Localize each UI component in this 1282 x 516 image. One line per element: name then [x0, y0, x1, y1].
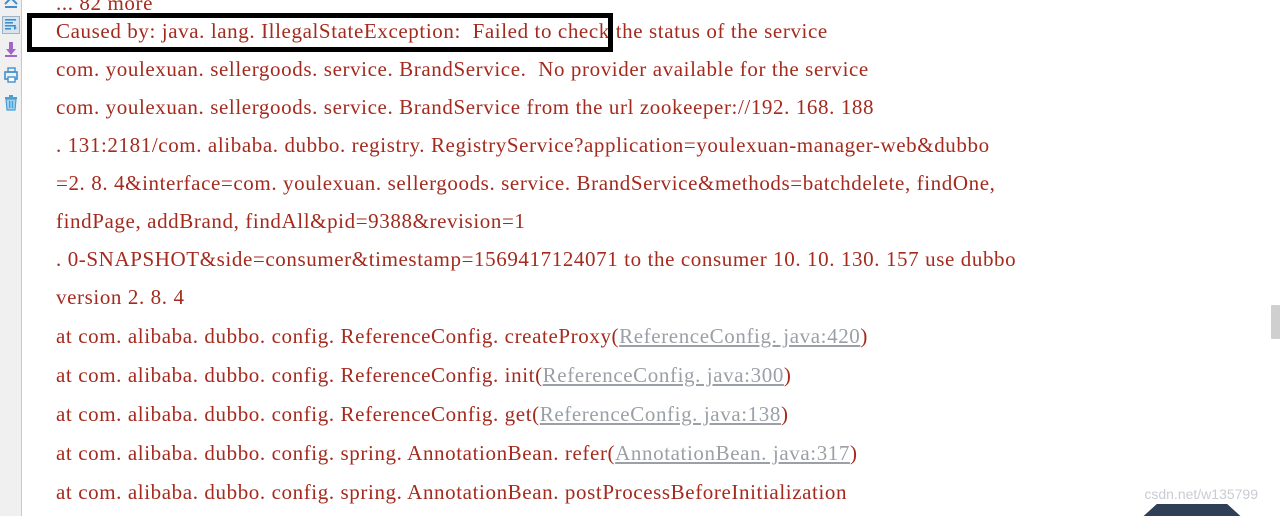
console-line-partial: ... 82 more: [56, 0, 153, 15]
stack-frame-text: at com. alibaba. dubbo. config. Referenc…: [56, 363, 543, 387]
clear-all-icon[interactable]: [2, 94, 20, 112]
watermark-text: csdn.net/w135799: [1144, 486, 1258, 502]
scrollbar-thumb[interactable]: [1271, 305, 1280, 339]
stack-frame-text: ): [780, 402, 789, 426]
stack-frame-text: at com. alibaba. dubbo. config. spring. …: [56, 441, 616, 465]
source-link[interactable]: ReferenceConfig. java:138: [540, 402, 781, 426]
source-link[interactable]: AnnotationBean. java:317: [615, 441, 850, 465]
console-line: at com. alibaba. dubbo. config. Referenc…: [56, 364, 792, 386]
source-link[interactable]: ReferenceConfig. java:300: [543, 363, 784, 387]
console-line: Caused by: java. lang. IllegalStateExcep…: [56, 19, 828, 43]
console-line: findPage, addBrand, findAll&pid=9388&rev…: [56, 209, 526, 233]
vertical-scrollbar[interactable]: [1268, 0, 1282, 516]
scroll-lock-icon[interactable]: [2, 0, 20, 12]
stack-frame-text: ): [860, 324, 868, 348]
console-line: at com. alibaba. dubbo. config. spring. …: [56, 442, 858, 464]
stack-frame-text: at com. alibaba. dubbo. config. Referenc…: [56, 324, 620, 348]
stack-frame-text: ): [850, 441, 858, 465]
console-output[interactable]: ... 82 more Caused by: java. lang. Illeg…: [23, 0, 1282, 516]
stack-frame-text: ): [783, 363, 792, 387]
console-toolbar: [0, 0, 22, 516]
console-line: =2. 8. 4&interface=com. youlexuan. selle…: [56, 171, 996, 195]
console-line: at com. alibaba. dubbo. config. Referenc…: [56, 325, 868, 347]
watermark-shape: [1143, 504, 1241, 516]
word-wrap-icon[interactable]: [2, 16, 20, 34]
scroll-to-end-icon[interactable]: [2, 40, 20, 58]
console-line: at com. alibaba. dubbo. config. spring. …: [56, 480, 848, 504]
console-line: version 2. 8. 4: [56, 285, 185, 309]
print-icon[interactable]: [2, 66, 20, 84]
source-link[interactable]: ReferenceConfig. java:420: [619, 324, 860, 348]
console-line: com. youlexuan. sellergoods. service. Br…: [56, 95, 875, 119]
stack-frame-text: at com. alibaba. dubbo. config. Referenc…: [56, 402, 540, 426]
console-line: . 0-SNAPSHOT&side=consumer&timestamp=156…: [56, 247, 1017, 271]
console-line: at com. alibaba. dubbo. config. Referenc…: [56, 403, 789, 425]
console-line: . 131:2181/com. alibaba. dubbo. registry…: [56, 133, 990, 157]
console-window: ... 82 more Caused by: java. lang. Illeg…: [0, 0, 1282, 516]
console-line: com. youlexuan. sellergoods. service. Br…: [56, 57, 869, 81]
